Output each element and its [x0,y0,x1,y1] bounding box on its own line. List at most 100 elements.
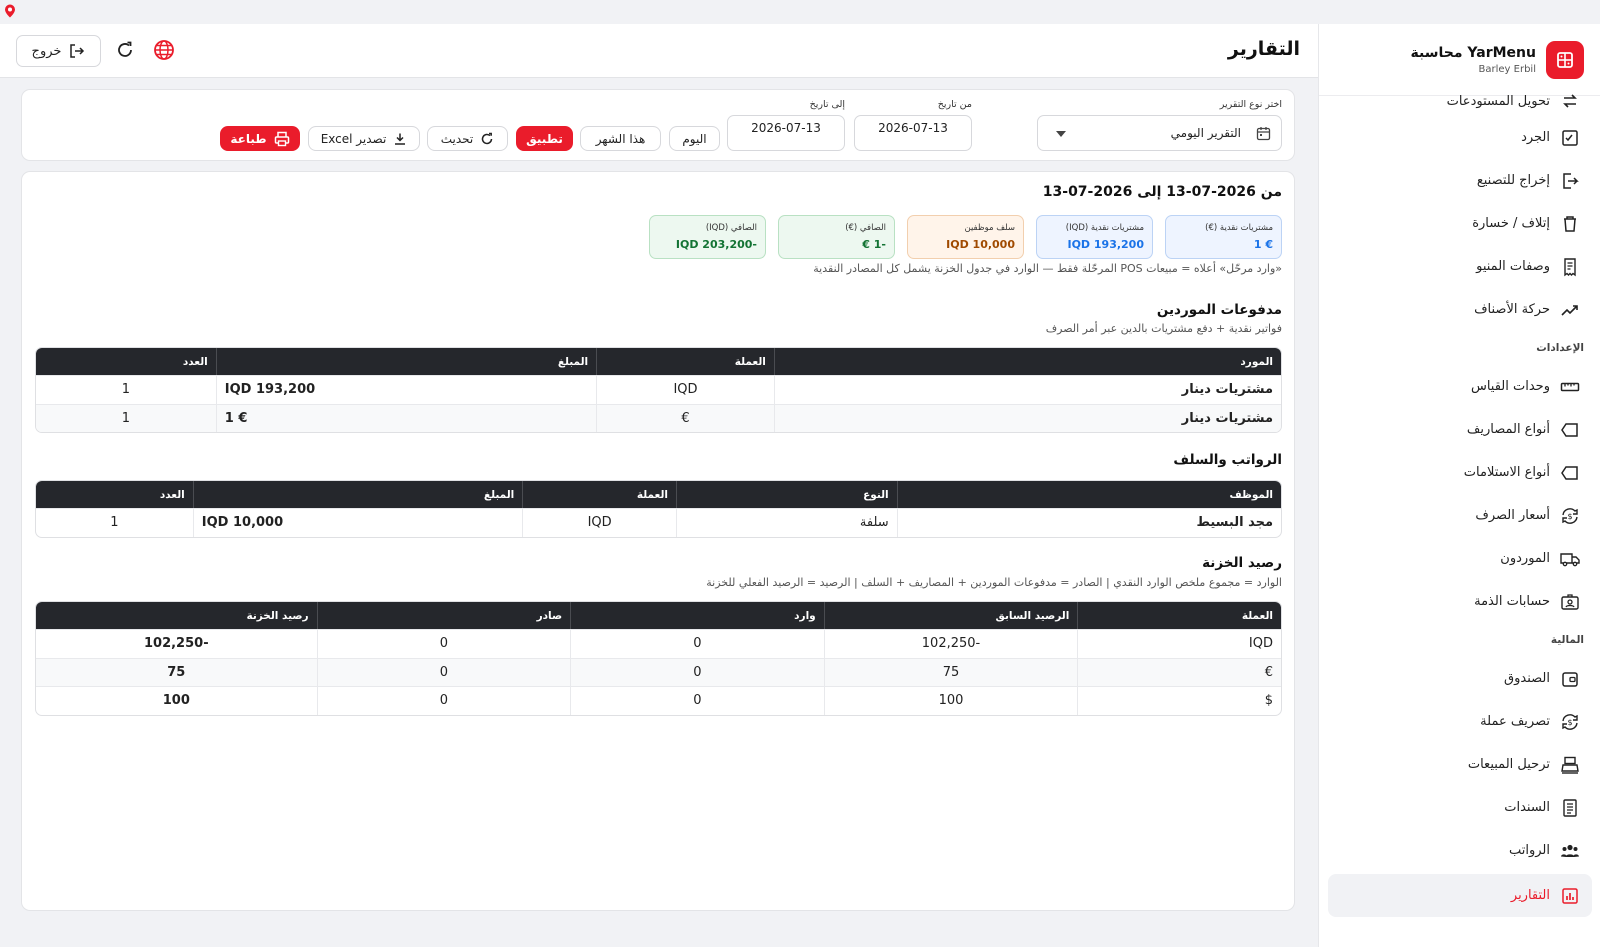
treasury-balance-cell: 100 [36,686,317,715]
outgoing-cell: 0 [316,686,571,715]
stat-label: الصافي (€) [845,223,886,233]
stat-label: مشتريات نقدية (€) [1205,223,1273,233]
currency-cell: IQD [596,375,774,404]
refresh-button[interactable]: تحديث [427,126,508,151]
sidebar-item-menu-recipes[interactable]: وصفات المنيو [1318,245,1600,288]
column-header: العملة [596,348,774,375]
treasury-title: رصيد الخزنة [1202,555,1282,571]
sidebar-item-expense-types[interactable]: أنواع المصاريف [1318,408,1600,451]
sidebar-item-label: حسابات الذمة [1474,594,1550,609]
stat-card: مشتريات نقدية (€) € 1 [1165,215,1282,259]
truck-icon [1560,552,1580,566]
sidebar: YarMenu محاسبة Barley Erbil تحويل المستو… [1318,24,1600,947]
sidebar-item-units[interactable]: وحدات القياس [1318,365,1600,408]
sidebar-item-salaries[interactable]: الرواتب [1318,829,1600,872]
stat-card: مشتريات نقدية (IQD) IQD 193,200 [1036,215,1153,259]
table-row: مشتريات دينار IQD IQD 193,200 1 [36,375,1281,404]
transfer-icon [1563,94,1577,108]
column-header: المبلغ [215,348,597,375]
refresh-label: تحديث [440,131,474,146]
section-settings-label: الإعدادات [1536,342,1584,354]
section-finance-label: المالية [1550,634,1584,646]
treasury-balance-cell: -102,250 [36,629,317,658]
column-header: الرصيد السابق [823,602,1078,629]
printer-icon [274,131,289,146]
register-icon [1561,756,1579,774]
tag-icon [1561,465,1578,480]
to-date-label: إلى تاريخ [809,99,845,110]
ruler-icon [1560,382,1580,391]
print-button[interactable]: طباعة [220,126,300,151]
sidebar-item-vouchers[interactable]: السندات [1318,786,1600,829]
print-label: طباعة [230,131,267,146]
this-month-button[interactable]: هذا الشهر [580,126,661,151]
to-date-input[interactable]: 2026-07-13 [727,115,845,151]
outgoing-cell: 0 [316,629,571,658]
count-cell: 1 [36,375,216,404]
sidebar-item-label: أنواع المصاريف [1466,422,1550,437]
report-type-select[interactable]: التقرير اليومي [1037,115,1282,151]
type-cell: سلفة [676,508,897,537]
receipt-icon [1564,257,1576,276]
sidebar-item-inventory-count[interactable]: الجرد [1318,116,1600,159]
logout-label: خروج [31,43,62,59]
download-icon [395,133,406,145]
report-type-label: اختر نوع التقرير [1219,99,1282,110]
sidebar-item-manufacturing-out[interactable]: إخراج للتصنيع [1318,159,1600,202]
app-subtitle: Barley Erbil [1478,63,1536,75]
globe-icon[interactable] [153,39,175,61]
this-month-label: هذا الشهر [595,131,646,146]
id-card-icon [1561,593,1579,610]
sidebar-item-label: السندات [1504,800,1550,815]
stat-value: -1 € [862,238,886,251]
app-logo-icon [1546,40,1584,79]
sidebar-item-receipt-types[interactable]: أنواع الاستلامات [1318,451,1600,494]
document-icon [1563,798,1577,817]
logout-button[interactable]: خروج [16,35,101,67]
export-excel-button[interactable]: تصدير Excel [308,126,420,151]
apply-button[interactable]: تطبيق [516,126,573,151]
sidebar-item-reports[interactable]: التقارير [1328,874,1592,917]
trash-icon [1564,215,1576,232]
sidebar-item-label: تصريف عملة [1480,714,1550,729]
filter-card: اختر نوع التقرير التقرير اليومي من تاريخ… [21,89,1295,161]
sidebar-item-suppliers[interactable]: الموردون [1318,537,1600,580]
sidebar-item-exchange-rates[interactable]: $ أسعار الصرف [1318,494,1600,537]
sidebar-item-label: حركة الأصناف [1474,302,1550,317]
sidebar-nav: تحويل المستودعات الجرد إخراج للتصنيع إتل… [1318,86,1600,917]
sidebar-item-cashbox[interactable]: الصندوق [1318,657,1600,700]
tag-icon [1561,422,1578,437]
refresh-icon [482,132,493,144]
today-button[interactable]: اليوم [669,126,720,151]
sidebar-item-waste-loss[interactable]: إتلاف / خسارة [1318,202,1600,245]
top-header: التقارير خروج [0,24,1318,78]
exchange-icon: $ [1562,713,1578,730]
column-header: وارد [570,602,824,629]
suppliers-title: مدفوعات الموردين [1156,302,1282,318]
column-header: العملة [522,481,677,508]
sidebar-item-sales-posting[interactable]: ترحيل المبيعات [1318,743,1600,786]
sidebar-item-label: الموردون [1500,551,1550,566]
column-header: المورد [773,348,1281,375]
incoming-cell: 0 [570,629,824,658]
currency-cell: $ [1077,686,1281,715]
sidebar-item-label: ترحيل المبيعات [1467,757,1550,772]
sidebar-item-label: التقارير [1510,888,1550,903]
table-row: مجد البسيط سلفة IQD IQD 10,000 1 [36,508,1281,537]
treasury-balance-cell: 75 [36,657,317,686]
previous-balance-cell: -102,250 [823,629,1078,658]
pos-note: «وارد مرحّل» أعلاه = مبيعات POS المرحّلة… [813,262,1282,275]
stat-card: الصافي (€) -1 € [778,215,895,259]
incoming-cell: 0 [570,657,824,686]
stat-label: الصافي (IQD) [705,223,757,233]
supplier-name: مشتريات دينار [773,375,1281,404]
sidebar-item-receivable-accounts[interactable]: حسابات الذمة [1318,580,1600,623]
sidebar-item-item-movement[interactable]: حركة الأصناف [1318,288,1600,331]
sidebar-item-label: تحويل المستودعات [1446,93,1550,109]
suppliers-table: المورد العملة المبلغ العدد مشتريات دينار… [35,347,1282,433]
sidebar-item-warehouse-transfer[interactable]: تحويل المستودعات [1318,86,1600,116]
currency-cell: IQD [1077,629,1281,658]
sidebar-item-currency-exchange[interactable]: $ تصريف عملة [1318,700,1600,743]
refresh-icon[interactable] [114,39,136,61]
from-date-input[interactable]: 2026-07-13 [854,115,972,151]
